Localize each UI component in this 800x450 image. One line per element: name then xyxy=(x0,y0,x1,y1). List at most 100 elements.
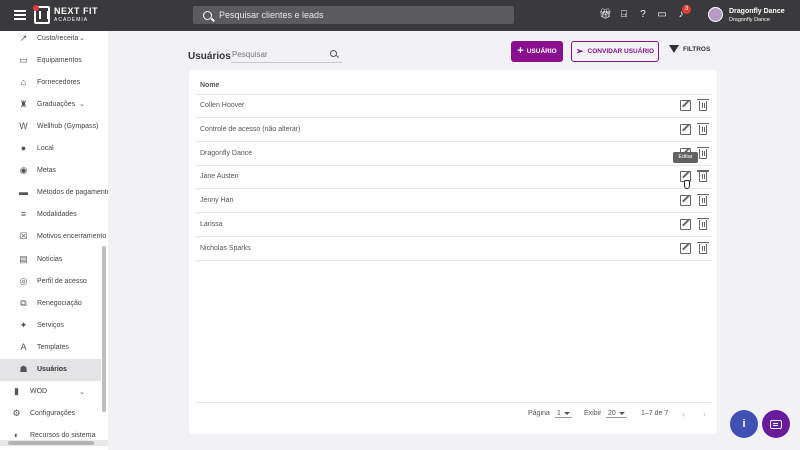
table-row[interactable]: Jane Austen xyxy=(195,166,711,190)
info-button[interactable]: i xyxy=(730,410,758,438)
user-name-cell: Collen Hoover xyxy=(200,102,245,109)
sidebar-item-templates[interactable]: A Templates xyxy=(0,336,101,358)
avatar[interactable] xyxy=(708,7,723,22)
filter-icon xyxy=(669,45,679,53)
sidebar-item-perfil-de-acesso[interactable]: ◎ Perfil de acesso xyxy=(0,270,101,292)
trash-icon[interactable] xyxy=(697,170,709,183)
target-icon: ◉ xyxy=(19,165,28,176)
sidebar-vertical-scrollbar[interactable] xyxy=(102,246,106,412)
list-icon: ≡ xyxy=(20,209,27,220)
chat-icon[interactable]: ▭ xyxy=(657,10,667,20)
sidebar-item-motivos-encerramento[interactable]: ☒ Motivos encerramento xyxy=(0,226,106,248)
sidebar-horizontal-scrollbar[interactable] xyxy=(0,440,108,446)
show-label: Exibir xyxy=(584,410,602,417)
per-page-select[interactable]: 20 xyxy=(606,410,627,418)
table-row[interactable]: Dragonfly Dance xyxy=(195,143,711,166)
sidebar-item-label: Equipamentos xyxy=(37,56,82,64)
sidebar-item-local[interactable]: ● Local xyxy=(0,138,101,160)
exit-door-icon[interactable]: ⍈ xyxy=(619,10,629,20)
sidebar-item-wod[interactable]: ▮ WOD ⌄ xyxy=(0,381,101,403)
prev-page-icon[interactable]: ‹ xyxy=(682,409,685,419)
search-icon[interactable] xyxy=(330,50,337,57)
add-user-button[interactable]: + USUÁRIO xyxy=(511,41,563,62)
gear-icon: ⚙ xyxy=(12,408,21,419)
user-menu[interactable]: Dragonfly Dance Dragonfly Dance xyxy=(729,8,785,24)
table-row[interactable]: Larissa xyxy=(195,214,711,237)
trash-icon[interactable] xyxy=(697,122,709,135)
template-icon: A xyxy=(20,341,27,352)
user-name-cell: Jenny Han xyxy=(200,197,234,205)
chevron-down-icon[interactable]: ⌄ xyxy=(79,34,85,42)
per-page-value: 20 xyxy=(608,410,616,417)
logo-name: NEXT FIT xyxy=(54,6,98,16)
sidebar: ↗ Custo/receita ⌄ ▭ Equipamentos ⌂ Fornecedore… xyxy=(0,31,108,450)
user-name-cell: Dragonfly Dance xyxy=(200,149,253,157)
gift-icon[interactable]: 🎁︎ xyxy=(599,10,612,20)
location-pin-icon: ● xyxy=(20,143,27,153)
edit-icon[interactable] xyxy=(680,195,691,207)
table-row[interactable]: Jenny Han xyxy=(195,190,711,214)
sidebar-item-label: Métodos de pagamento xyxy=(37,189,108,197)
chat-support-button[interactable] xyxy=(762,410,790,438)
services-icon: ✦ xyxy=(19,319,28,330)
user-name-cell: Controle de acesso (não alterar) xyxy=(200,125,301,133)
global-search-input[interactable]: Pesquisar clientes e leads xyxy=(193,6,514,24)
invite-user-button[interactable]: ➢ CONVIDAR USUÁRIO xyxy=(571,41,659,62)
sidebar-item-label: Fornecedores xyxy=(37,78,81,86)
logo-mark xyxy=(33,5,50,24)
sidebar-item-wellhub-gympass[interactable]: W Wellhub (Gympass) xyxy=(0,115,101,137)
mouse-cursor xyxy=(684,180,690,189)
user-account: Dragonfly Dance xyxy=(729,17,770,23)
page-label: Página xyxy=(528,410,550,417)
logo-tagline: ACADEMIA xyxy=(54,17,89,23)
sidebar-item-label: Local xyxy=(37,145,54,152)
sidebar-item-fornecedores[interactable]: ⌂ Fornecedores xyxy=(0,71,101,93)
trash-icon[interactable] xyxy=(697,241,709,254)
news-icon: ▤ xyxy=(19,253,28,264)
trash-icon[interactable] xyxy=(697,218,709,230)
sidebar-item-usuarios[interactable]: ☗ Usuários xyxy=(0,358,101,381)
chevron-down-icon[interactable]: ⌄ xyxy=(79,388,85,396)
sidebar-item-graduacoes[interactable]: ♜ Graduações ⌄ xyxy=(0,93,101,115)
edit-icon[interactable] xyxy=(680,242,691,254)
user-name-cell: Nicholas Sparks xyxy=(200,244,251,252)
sidebar-item-label: Graduações xyxy=(37,100,76,108)
sidebar-item-custo-receita[interactable]: ↗ Custo/receita ⌄ xyxy=(0,31,101,49)
sidebar-item-servicos[interactable]: ✦ Serviços xyxy=(0,314,101,336)
add-user-label: USUÁRIO xyxy=(526,48,557,55)
page-select[interactable]: 1 xyxy=(555,410,572,418)
user-search-input[interactable]: Pesquisar xyxy=(231,47,342,63)
edit-icon[interactable] xyxy=(680,100,691,111)
equipment-icon: ▭ xyxy=(19,54,28,65)
trophy-icon: ♜ xyxy=(19,98,28,109)
filter-button[interactable]: FILTROS xyxy=(669,45,710,53)
sidebar-item-label: Configurações xyxy=(30,410,76,418)
page-range: 1–7 de 7 xyxy=(641,410,669,417)
sidebar-item-metodos-de-pagamento[interactable]: ▬ Métodos de pagamento xyxy=(0,182,108,204)
table-row[interactable]: Nicholas Sparks xyxy=(195,238,711,261)
notification-badge: 3 xyxy=(682,5,691,14)
trash-icon[interactable] xyxy=(697,194,709,207)
edit-icon[interactable] xyxy=(680,123,691,135)
sidebar-item-modalidades[interactable]: ≡ Modalidades xyxy=(0,204,101,226)
help-icon[interactable]: ? xyxy=(638,10,648,20)
edit-icon[interactable] xyxy=(680,219,691,230)
trash-icon[interactable] xyxy=(697,99,709,111)
sidebar-item-label: WOD xyxy=(30,388,48,396)
table-row[interactable]: Collen Hoover xyxy=(195,95,711,118)
footer-divider xyxy=(195,402,711,403)
next-page-icon[interactable]: › xyxy=(703,409,706,419)
menu-icon[interactable] xyxy=(14,10,26,20)
sidebar-item-label: Wellhub (Gympass) xyxy=(37,122,99,130)
sidebar-item-metas[interactable]: ◉ Metas xyxy=(0,160,101,182)
logo[interactable]: NEXT FIT ACADEMIA xyxy=(33,5,98,25)
renegotiation-icon: ⧉ xyxy=(20,297,27,308)
sidebar-item-configuracoes[interactable]: ⚙ Configurações xyxy=(0,403,101,425)
sidebar-item-equipamentos[interactable]: ▭ Equipamentos xyxy=(0,49,101,71)
sidebar-item-renegociacao[interactable]: ⧉ Renegociação xyxy=(0,292,101,314)
sidebar-item-label: Renegociação xyxy=(37,299,82,307)
table-row[interactable]: Controle de acesso (não alterar) xyxy=(195,119,711,142)
chevron-down-icon[interactable]: ⌄ xyxy=(79,100,85,108)
sidebar-item-noticias[interactable]: ▤ Notícias xyxy=(0,248,101,270)
trash-icon[interactable] xyxy=(697,146,709,159)
